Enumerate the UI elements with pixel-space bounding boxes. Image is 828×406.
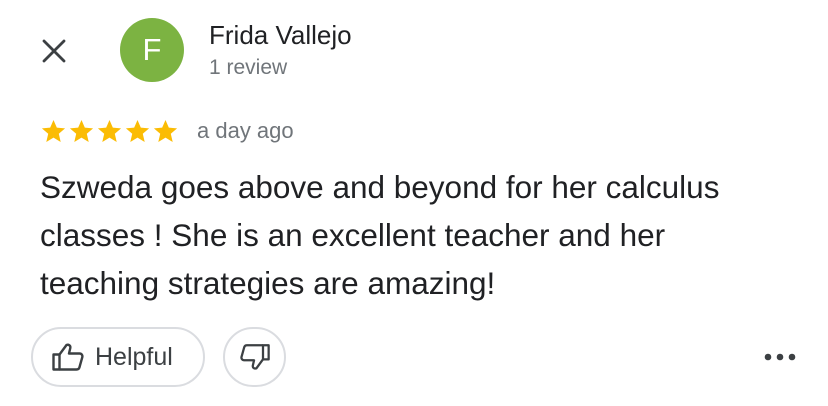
star-icon	[97, 119, 122, 142]
helpful-label: Helpful	[95, 342, 173, 371]
reviewer-name[interactable]: Frida Vallejo	[209, 20, 352, 50]
more-options-button[interactable]	[760, 345, 800, 369]
avatar[interactable]: F	[120, 18, 184, 82]
reviewer-review-count: 1 review	[209, 56, 288, 79]
star-icon	[125, 119, 150, 142]
star-icon	[69, 119, 94, 142]
thumbs-up-icon	[52, 343, 84, 371]
close-button[interactable]	[36, 33, 72, 69]
helpful-button[interactable]: Helpful	[31, 327, 205, 387]
avatar-initial: F	[142, 32, 162, 67]
star-icon	[41, 119, 66, 142]
thumbs-down-icon	[239, 344, 270, 370]
review-text: Szweda goes above and beyond for her cal…	[40, 169, 720, 301]
star-icon	[153, 119, 178, 142]
star-rating	[40, 116, 179, 146]
review-time: a day ago	[197, 118, 294, 143]
more-horizontal-icon	[764, 353, 796, 361]
close-icon	[42, 39, 66, 63]
not-helpful-button[interactable]	[223, 327, 286, 387]
